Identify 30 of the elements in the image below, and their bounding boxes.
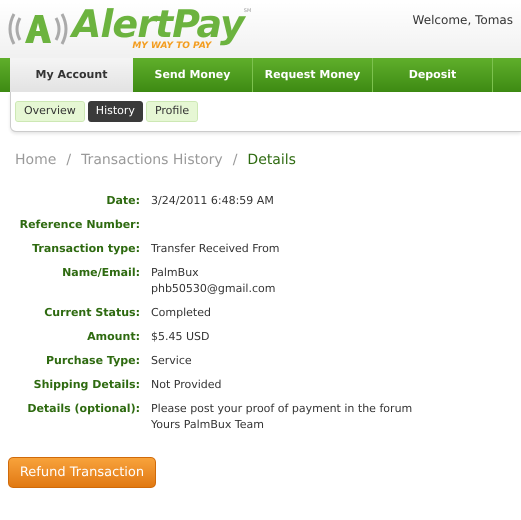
- detail-label: Reference Number:: [18, 217, 140, 233]
- detail-value: Transfer Received From: [151, 241, 280, 257]
- breadcrumb-item[interactable]: Home: [15, 150, 56, 171]
- nav-tab[interactable]: My Account: [10, 58, 133, 92]
- detail-value: Completed: [151, 305, 211, 321]
- sub-tab[interactable]: Profile: [146, 101, 198, 122]
- detail-label: Amount:: [86, 329, 140, 345]
- detail-label: Date:: [105, 193, 140, 209]
- breadcrumb-separator: /: [232, 151, 238, 170]
- detail-label: Transaction type:: [31, 241, 140, 257]
- detail-label: Purchase Type:: [44, 353, 140, 369]
- detail-label: Details (optional):: [26, 401, 140, 417]
- breadcrumb-item: Details: [247, 151, 296, 170]
- detail-label: Shipping Details:: [32, 377, 140, 393]
- breadcrumb-separator: /: [66, 151, 72, 170]
- detail-value: Yours PalmBux Team: [151, 417, 265, 433]
- detail-value: phb50530@gmail.com: [151, 281, 276, 297]
- detail-value: Please post your proof of payment in the forum: [151, 401, 412, 417]
- sub-tab[interactable]: Overview: [15, 101, 85, 122]
- detail-value: PalmBux: [151, 265, 200, 281]
- detail-value: $5.45 USD: [151, 329, 210, 345]
- refund-button[interactable]: Refund Transaction: [8, 457, 156, 488]
- sub-tab[interactable]: History: [88, 101, 143, 122]
- detail-value: 3/24/2011 6:48:59 AM: [151, 193, 274, 209]
- breadcrumb-item[interactable]: Transactions History: [81, 150, 223, 171]
- detail-label: Name/Email:: [61, 265, 140, 281]
- detail-value: Not Provided: [151, 377, 222, 393]
- detail-label: Current Status:: [43, 305, 140, 321]
- detail-value: Service: [151, 353, 192, 369]
- welcome-text: Welcome, Tomas: [412, 12, 514, 29]
